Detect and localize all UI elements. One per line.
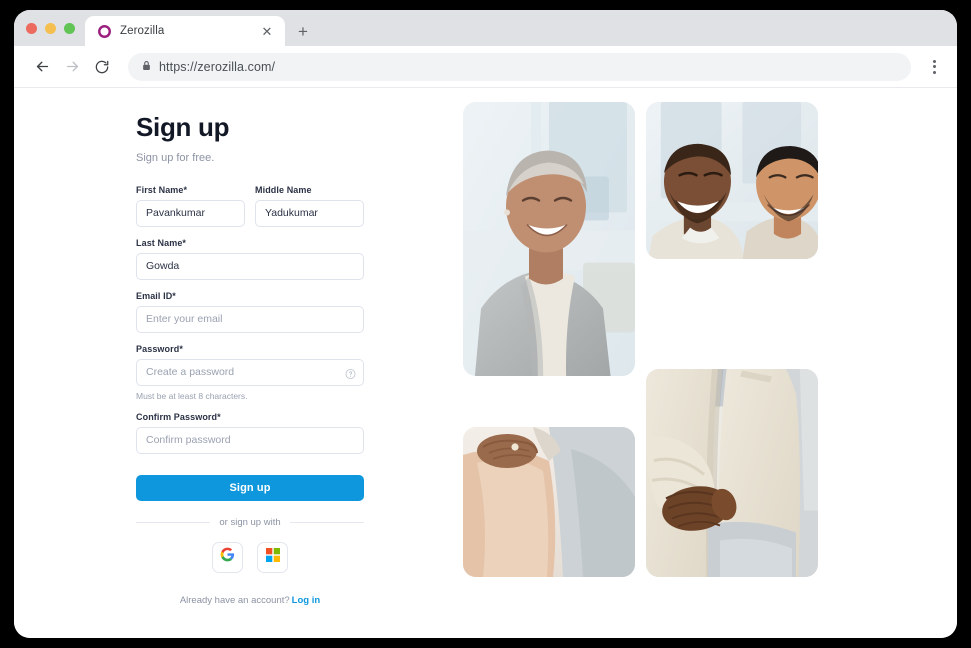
photo-smiling-woman-grey-blazer bbox=[463, 102, 635, 376]
maximize-window-button[interactable] bbox=[64, 22, 75, 34]
photo-collage bbox=[463, 102, 818, 592]
browser-window: Zerozilla ✕ + https://zerozilla.com/ Sig… bbox=[14, 10, 957, 638]
field-last-name: Last Name* bbox=[136, 238, 364, 280]
kebab-dot bbox=[932, 65, 936, 68]
microsoft-signup-button[interactable] bbox=[257, 541, 288, 573]
browser-toolbar: https://zerozilla.com/ bbox=[14, 46, 957, 88]
social-divider: or sign up with bbox=[136, 517, 364, 528]
kebab-dot bbox=[932, 59, 936, 63]
signup-submit-button[interactable]: Sign up bbox=[136, 474, 364, 501]
address-bar-url: https://zerozilla.com/ bbox=[159, 59, 276, 74]
field-confirm-password: Confirm Password* bbox=[136, 412, 364, 454]
address-bar[interactable]: https://zerozilla.com/ bbox=[128, 52, 911, 81]
back-button[interactable] bbox=[28, 53, 56, 81]
page-subtitle: Sign up for free. bbox=[136, 151, 215, 164]
first-name-input[interactable] bbox=[136, 199, 245, 227]
last-name-label: Last Name* bbox=[136, 237, 187, 248]
first-name-label: First Name* bbox=[136, 184, 188, 195]
lock-icon bbox=[142, 58, 151, 76]
field-password: Password* Must be at least 8 characters. bbox=[136, 344, 364, 401]
social-login-row bbox=[136, 541, 364, 573]
window-traffic-lights bbox=[22, 10, 85, 46]
help-circle-icon[interactable] bbox=[345, 367, 356, 380]
photo-seated-hands-beige-trousers bbox=[463, 427, 635, 577]
signup-panel: Sign up Sign up for free. First Name* Mi… bbox=[136, 113, 364, 606]
kebab-dot bbox=[932, 70, 936, 74]
field-middle-name: Middle Name bbox=[255, 185, 364, 227]
photo-two-smiling-men bbox=[646, 102, 818, 259]
google-signup-button[interactable] bbox=[212, 541, 243, 573]
confirm-password-input[interactable] bbox=[136, 426, 364, 454]
login-prompt-text: Already have an account? bbox=[179, 594, 290, 606]
social-divider-label: or sign up with bbox=[219, 516, 281, 528]
page-viewport: Sign up Sign up for free. First Name* Mi… bbox=[14, 88, 957, 638]
browser-menu-button[interactable] bbox=[921, 53, 947, 81]
password-label: Password* bbox=[136, 343, 183, 354]
login-link[interactable]: Log in bbox=[292, 595, 321, 606]
browser-tab-zerozilla[interactable]: Zerozilla ✕ bbox=[85, 16, 285, 46]
last-name-input[interactable] bbox=[136, 252, 364, 280]
close-tab-icon[interactable]: ✕ bbox=[259, 23, 275, 39]
close-window-button[interactable] bbox=[26, 22, 37, 34]
email-input[interactable] bbox=[136, 305, 364, 333]
microsoft-icon bbox=[265, 547, 280, 567]
forward-button[interactable] bbox=[58, 53, 86, 81]
field-first-name: First Name* bbox=[136, 185, 245, 227]
photo-man-cream-blazer-hands bbox=[646, 369, 818, 577]
new-tab-button[interactable]: + bbox=[289, 16, 317, 46]
middle-name-label: Middle Name bbox=[255, 184, 312, 195]
minimize-window-button[interactable] bbox=[45, 22, 56, 34]
login-prompt: Already have an account? Log in bbox=[136, 595, 364, 606]
browser-tab-strip: Zerozilla ✕ + bbox=[14, 10, 957, 46]
password-hint: Must be at least 8 characters. bbox=[136, 390, 248, 401]
middle-name-input[interactable] bbox=[255, 199, 364, 227]
zerozilla-logo-icon bbox=[97, 24, 112, 39]
field-email: Email ID* bbox=[136, 291, 364, 333]
confirm-password-label: Confirm Password* bbox=[136, 411, 221, 422]
password-input[interactable] bbox=[136, 358, 364, 386]
email-label: Email ID* bbox=[136, 290, 176, 301]
google-icon bbox=[220, 547, 235, 567]
page-title: Sign up bbox=[136, 112, 230, 142]
browser-tab-title: Zerozilla bbox=[120, 25, 165, 37]
reload-button[interactable] bbox=[88, 53, 116, 81]
signup-form: First Name* Middle Name Last Name* bbox=[136, 185, 364, 606]
name-row: First Name* Middle Name bbox=[136, 185, 364, 238]
